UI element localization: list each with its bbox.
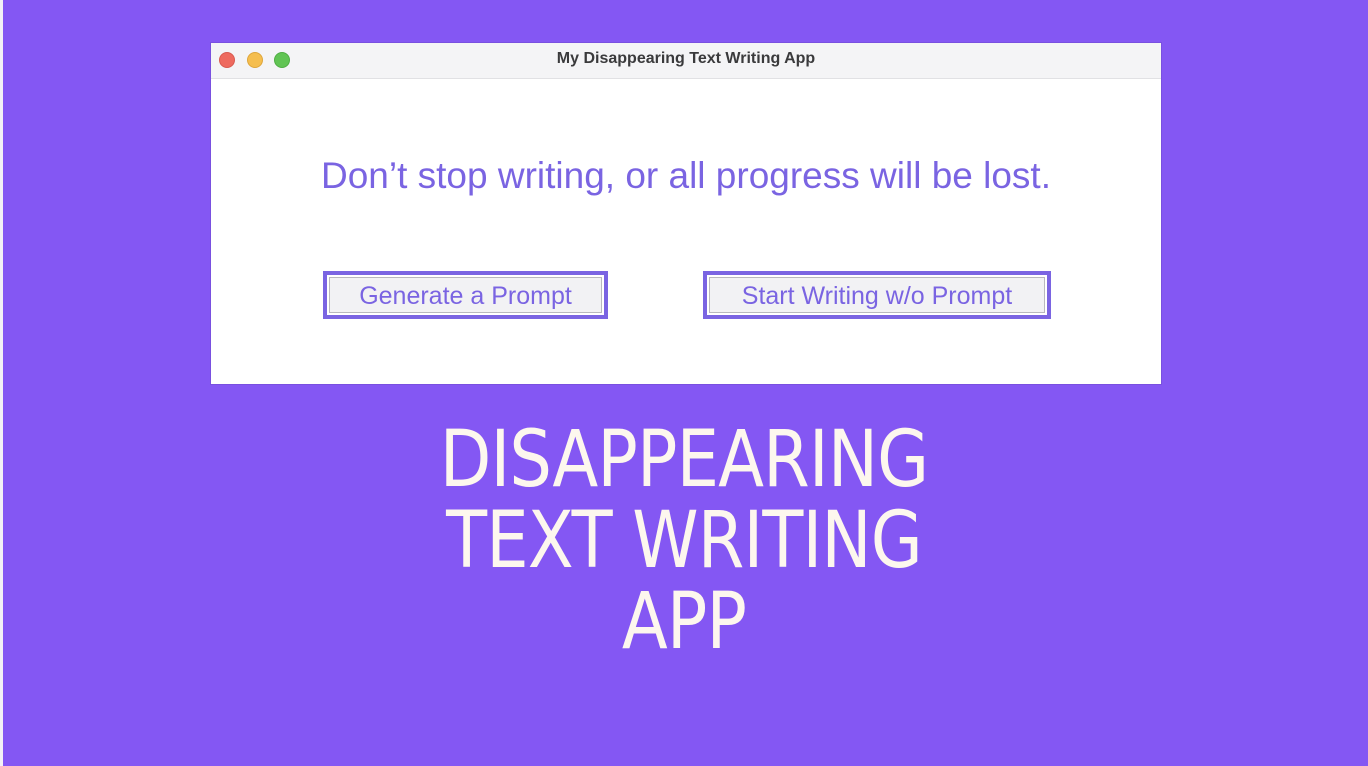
left-edge-strip bbox=[0, 0, 3, 766]
app-window: My Disappearing Text Writing App Don’t s… bbox=[211, 43, 1161, 384]
start-writing-button[interactable]: Start Writing w/o Prompt bbox=[703, 271, 1051, 319]
banner-line-1: DISAPPEARING bbox=[439, 415, 929, 505]
window-titlebar[interactable]: My Disappearing Text Writing App bbox=[211, 43, 1161, 79]
generate-prompt-button[interactable]: Generate a Prompt bbox=[323, 271, 608, 319]
window-title: My Disappearing Text Writing App bbox=[556, 50, 816, 67]
headline-text: Don’t stop writing, or all progress will… bbox=[320, 155, 1051, 196]
banner-title: DISAPPEARING TEXT WRITING APP bbox=[96, 420, 1272, 663]
generate-prompt-button-label: Generate a Prompt bbox=[329, 277, 602, 313]
banner-line-3: APP bbox=[621, 577, 747, 667]
banner-line-2: TEXT WRITING bbox=[446, 496, 923, 586]
start-writing-button-label: Start Writing w/o Prompt bbox=[709, 277, 1045, 313]
